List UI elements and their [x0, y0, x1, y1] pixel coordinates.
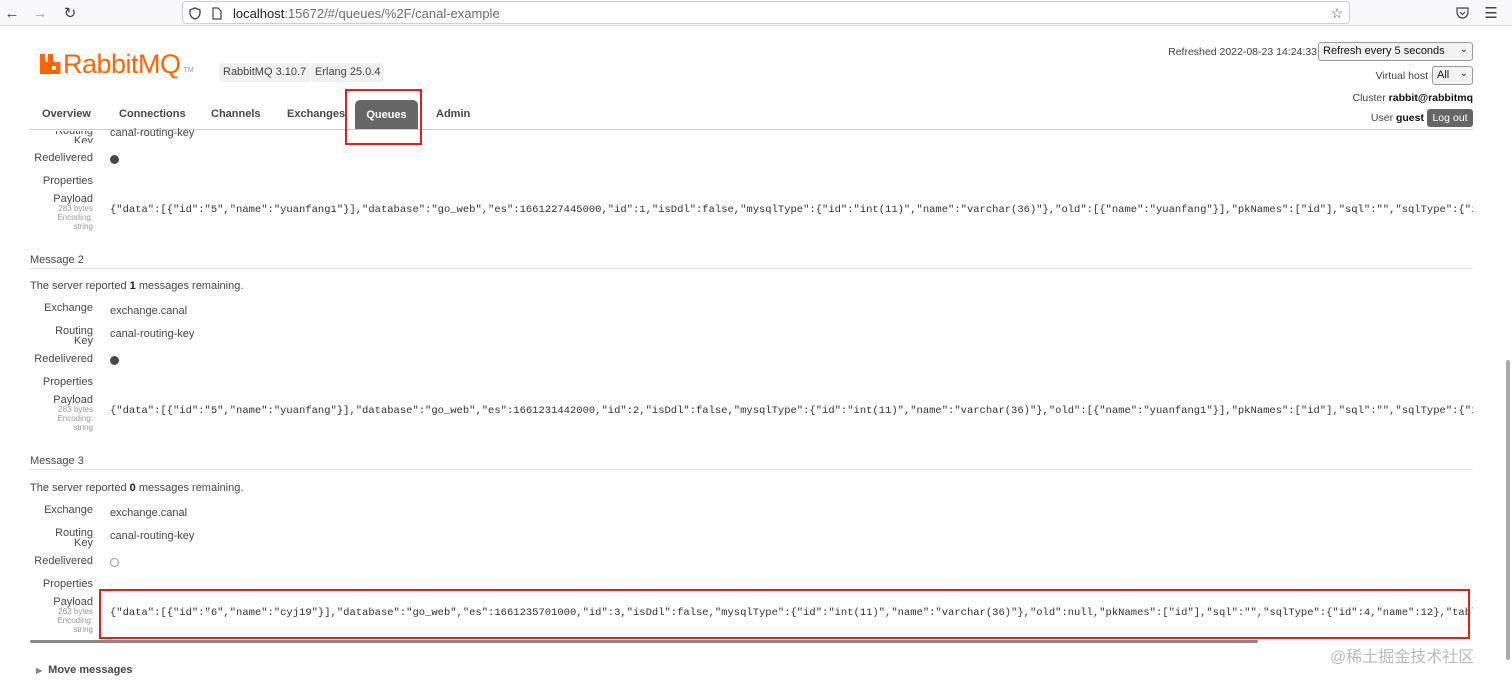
message3-divider [30, 469, 1473, 470]
pocket-icon[interactable] [1452, 3, 1472, 23]
virtual-host-label: Virtual host [1375, 70, 1428, 82]
message3-exchange-label: Exchange [44, 504, 93, 516]
message2-payload: {"data":[{"id":"5","name":"yuanfang"}],"… [110, 405, 1473, 417]
message2-title: Message 2 [30, 254, 84, 266]
message3-routing-key-label: Routing Key [30, 528, 93, 549]
logo-trademark: TM [183, 66, 194, 74]
forward-arrow-icon[interactable]: → [30, 3, 50, 23]
tab-channels[interactable]: Channels [211, 108, 261, 120]
horizontal-scrollbar[interactable] [30, 640, 1258, 643]
remaining-suffix: messages remaining. [135, 280, 244, 292]
message1-properties-label: Properties [42, 175, 93, 187]
message3-redelivered-label: Redelivered [34, 555, 93, 567]
address-bar[interactable]: localhost:15672/#/queues/%2F/canal-examp… [182, 1, 1350, 24]
virtual-host-value: All [1437, 69, 1450, 81]
message2-redelivered-label: Redelivered [34, 353, 93, 365]
message3-payload-highlight [99, 589, 1470, 639]
page-icon[interactable] [209, 5, 225, 21]
logo-rabbit-text: Rabbit [63, 49, 139, 79]
message2-routing-key-value: canal-routing-key [110, 328, 195, 340]
message2-properties-label: Properties [42, 376, 93, 388]
key-label-text: Key [74, 537, 93, 549]
rabbitmq-logo[interactable]: RabbitMQ TM [38, 50, 194, 78]
key-label-text: Key [74, 135, 93, 144]
tab-admin[interactable]: Admin [436, 108, 470, 120]
logo-mq-text: MQ [138, 49, 181, 79]
encoding-value: string [73, 222, 93, 231]
cluster-value: rabbit@rabbitmq [1388, 92, 1473, 104]
message3-remaining-note: The server reported 0 messages remaining… [30, 482, 243, 494]
encoding-label: Encoding: [57, 616, 93, 625]
message2-remaining-note: The server reported 1 messages remaining… [30, 280, 243, 292]
tab-connections[interactable]: Connections [119, 108, 186, 120]
virtual-host-select[interactable]: All ⌄ [1432, 66, 1473, 85]
refresh-interval-select[interactable]: Refresh every 5 seconds ⌄ [1318, 42, 1473, 61]
message1-routing-key-value: canal-routing-key [110, 127, 195, 139]
shield-icon[interactable] [187, 5, 203, 21]
message2-routing-key-label: Routing Key [30, 326, 93, 347]
message3-exchange-value: exchange.canal [110, 507, 188, 519]
chevron-down-icon: ⌄ [1459, 44, 1468, 55]
url-text: localhost:15672/#/queues/%2F/canal-examp… [233, 6, 500, 21]
rabbit-logo-icon [38, 52, 62, 76]
message3-properties-label: Properties [42, 578, 93, 590]
user-info: User guest [1340, 112, 1424, 124]
remaining-prefix: The server reported [30, 482, 130, 494]
user-label: User [1370, 112, 1394, 124]
message3-title: Message 3 [30, 455, 84, 467]
message2-exchange-value: exchange.canal [110, 305, 188, 317]
watermark: @稀土掘金技术社区 [1330, 649, 1475, 666]
back-arrow-icon[interactable]: ← [2, 3, 22, 23]
message1-redelivered-label: Redelivered [34, 152, 93, 164]
version-badge: RabbitMQ 3.10.7 [219, 63, 311, 82]
message2-payload-label: Payload 283 bytes Encoding: string [30, 395, 93, 433]
url-host: localhost [233, 6, 285, 21]
queues-tab-highlight [345, 89, 422, 145]
message3-redelivered-indicator [110, 558, 119, 567]
remaining-prefix: The server reported [30, 280, 130, 292]
url-path: :15672/#/queues/%2F/canal-example [284, 6, 500, 21]
move-messages-label: Move messages [48, 664, 133, 676]
tab-overview[interactable]: Overview [42, 108, 91, 120]
tab-exchanges[interactable]: Exchanges [287, 108, 345, 120]
user-value: guest [1395, 112, 1424, 124]
message3-payload-label: Payload 262 bytes Encoding: string [30, 597, 93, 635]
message2-redelivered-indicator [110, 356, 119, 365]
message1-redelivered-indicator [110, 155, 119, 164]
triangle-right-icon: ▶ [36, 666, 43, 675]
message2-exchange-label: Exchange [44, 302, 93, 314]
message3-routing-key-value: canal-routing-key [110, 530, 195, 542]
chevron-down-icon: ⌄ [1459, 68, 1468, 79]
vertical-scrollbar[interactable] [1506, 360, 1510, 660]
key-label-text: Key [74, 335, 93, 347]
payload-size: 283 bytes [58, 204, 93, 213]
erlang-badge: Erlang 25.0.4 [311, 63, 385, 82]
browser-toolbar: ← → ↻ localhost:15672/#/queues/%2F/canal… [0, 0, 1512, 26]
message2-divider [30, 268, 1473, 269]
refreshed-timestamp: Refreshed 2022-08-23 14:24:33 [1168, 46, 1317, 58]
encoding-label: Encoding: [57, 414, 93, 423]
message1-payload-label: Payload 283 bytes Encoding: string [30, 194, 93, 232]
cluster-label: Cluster [1352, 92, 1386, 104]
payload-size: 262 bytes [58, 607, 93, 616]
encoding-value: string [73, 625, 93, 634]
message1-payload: {"data":[{"id":"5","name":"yuanfang1"}],… [110, 204, 1473, 216]
payload-size: 283 bytes [58, 405, 93, 414]
logout-button[interactable]: Log out [1427, 109, 1473, 127]
remaining-suffix: messages remaining. [135, 482, 244, 494]
encoding-label: Encoding: [57, 213, 93, 222]
message1-routing-key-label: Routing Key [30, 131, 93, 143]
bookmark-star-icon[interactable]: ☆ [1329, 5, 1345, 21]
encoding-value: string [73, 423, 93, 432]
cluster-info: Cluster rabbit@rabbitmq [1300, 92, 1473, 104]
move-messages-toggle[interactable]: ▶ Move messages [36, 664, 133, 676]
refresh-interval-value: Refresh every 5 seconds [1323, 45, 1445, 57]
reload-icon[interactable]: ↻ [60, 3, 80, 23]
tab-divider [30, 129, 1473, 130]
menu-icon[interactable]: ☰ [1481, 3, 1501, 23]
